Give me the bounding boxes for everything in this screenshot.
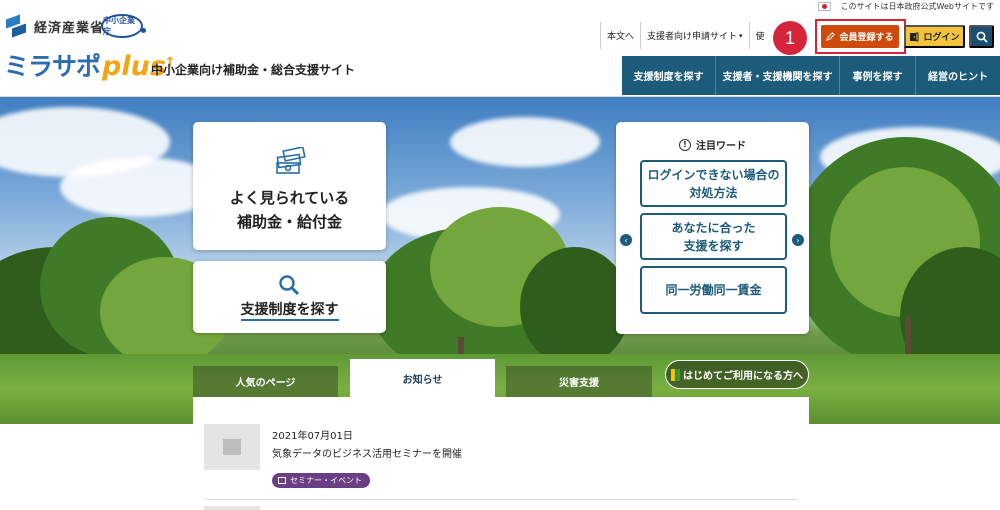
search-icon — [279, 275, 300, 296]
featured-words-heading: ! 注目ワード — [616, 137, 809, 152]
main-nav: 支援制度を探す 支援者・支援機関を探す 事例を探す 経営のヒント — [622, 56, 1000, 95]
featured-words-card: ! 注目ワード ログインできない場合の 対処方法 あなたに合った 支援を探す 同一労… — [616, 122, 809, 334]
supporter-site-link[interactable]: 支援者向け申請サイト ▾ — [640, 22, 749, 49]
find-support-card[interactable]: 支援制度を探す — [193, 261, 386, 333]
japan-flag-icon — [817, 2, 831, 11]
popular-line1: よく見られている — [229, 189, 350, 207]
site-header: 経済産業省 中小企業庁 ミラサポ plus ↑ 中小企業向け補助金・総合支援サイト… — [0, 0, 1000, 97]
first-time-users-label: はじめてご利用になる方へ — [683, 371, 803, 382]
sme-agency-logo-dot — [141, 28, 146, 33]
tree — [520, 247, 630, 367]
step-badge: 1 — [773, 21, 807, 55]
cloud — [450, 117, 600, 167]
search-icon — [976, 31, 988, 43]
door-icon — [910, 32, 919, 41]
pencil-icon — [826, 32, 836, 41]
logo-japanese: ミラサポ — [4, 52, 101, 81]
popular-line2: 補助金・給付金 — [236, 213, 342, 231]
login-label: ログイン — [923, 32, 960, 42]
carousel-prev-icon[interactable]: ‹ — [620, 234, 632, 246]
utility-links: 本文へ 支援者向け申請サイト ▾ 使 — [600, 22, 771, 49]
usage-link[interactable]: 使 — [748, 22, 771, 49]
nav-find-cases[interactable]: 事例を探す — [840, 56, 916, 95]
site-tagline: 中小企業向け補助金・総合支援サイト — [151, 63, 356, 77]
nav-find-supporters[interactable]: 支援者・支援機関を探す — [716, 56, 840, 95]
site-logo[interactable]: ミラサポ plus ↑ — [4, 48, 176, 82]
word-equal-pay[interactable]: 同一労働同一賃金 — [640, 266, 787, 314]
first-time-users-button[interactable]: はじめてご利用になる方へ — [665, 360, 809, 389]
tab-news[interactable]: お知らせ — [350, 359, 495, 397]
divider — [204, 499, 798, 500]
tab-disaster-support[interactable]: 災害支援 — [506, 366, 652, 397]
find-support-label: 支援制度を探す — [240, 302, 339, 321]
member-register-button[interactable]: 会員登録する — [821, 25, 899, 48]
building-icon — [223, 439, 241, 455]
meti-logo[interactable]: 経済産業省 — [6, 14, 105, 38]
exclamation-icon: ! — [679, 138, 691, 151]
login-button[interactable]: ログイン — [904, 25, 965, 48]
popular-subsidies-card[interactable]: よく見られている 補助金・給付金 — [193, 122, 386, 250]
popular-subsidies-title: よく見られている 補助金・給付金 — [193, 186, 386, 234]
money-stack-icon — [276, 147, 306, 174]
beginner-mark-icon — [671, 368, 680, 381]
news-title-link[interactable]: 気象データのビジネス活用セミナーを開催 — [272, 445, 462, 460]
word-login-trouble[interactable]: ログインできない場合の 対処方法 — [640, 160, 787, 207]
sme-agency-logo[interactable]: 中小企業庁 — [101, 14, 143, 38]
featured-words-label: 注目ワード — [696, 141, 746, 152]
gov-notice: このサイトは日本政府公式Webサイトです — [817, 1, 994, 12]
word-find-support[interactable]: あなたに合った 支援を探す — [640, 213, 787, 260]
news-date: 2021年07月01日 — [272, 431, 353, 442]
find-support-title: 支援制度を探す — [193, 299, 386, 321]
meti-name: 経済産業省 — [34, 20, 105, 36]
news-category-label: セミナー・イベント — [290, 476, 362, 485]
skip-to-content-link[interactable]: 本文へ — [600, 22, 640, 49]
nav-management-tips[interactable]: 経営のヒント — [916, 56, 1000, 95]
carousel-next-icon[interactable]: › — [792, 234, 804, 246]
news-panel: 2021年07月01日 気象データのビジネス活用セミナーを開催 セミナー・イベン… — [193, 397, 809, 510]
news-thumbnail-next[interactable] — [204, 506, 260, 510]
news-category-badge[interactable]: セミナー・イベント — [272, 473, 370, 488]
chevron-down-icon: ▾ — [739, 31, 743, 40]
member-register-label: 会員登録する — [839, 32, 894, 42]
gov-notice-text: このサイトは日本政府公式Webサイトです — [840, 2, 994, 11]
nav-find-support[interactable]: 支援制度を探す — [622, 56, 716, 95]
tab-popular-pages[interactable]: 人気のページ — [193, 366, 338, 397]
meti-emblem-icon — [6, 14, 28, 38]
calendar-icon — [278, 477, 286, 484]
header-search-button[interactable] — [969, 25, 994, 48]
news-thumbnail[interactable] — [204, 424, 260, 470]
